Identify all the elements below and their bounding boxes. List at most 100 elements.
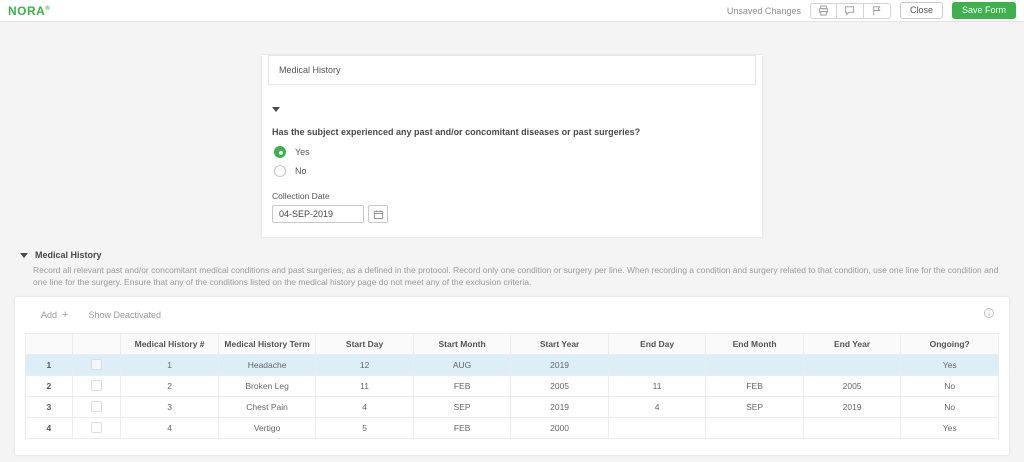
cell-end-day[interactable] — [607, 416, 707, 439]
cell-end-year[interactable]: 2005 — [802, 374, 902, 397]
column-header: End Day — [607, 332, 707, 355]
row-number: 2 — [25, 374, 73, 397]
column-header: Medical History # — [120, 332, 219, 355]
cell-medical-history-term[interactable]: Vertigo — [217, 416, 317, 439]
table-row[interactable]: 4 4 Vertigo 5 FEB 2000 Yes — [25, 416, 999, 439]
comment-bubble-icon — [844, 5, 855, 16]
table-row[interactable]: 3 3 Chest Pain 4 SEP 2019 4 SEP 2019 No — [25, 395, 999, 418]
close-button[interactable]: Close — [899, 2, 943, 19]
cell-end-month[interactable]: FEB — [705, 374, 804, 397]
radio-yes-label: Yes — [295, 147, 310, 157]
row-checkbox[interactable] — [91, 401, 103, 413]
cell-end-month[interactable]: SEP — [705, 395, 804, 418]
cell-medical-history-number[interactable]: 3 — [120, 395, 219, 418]
calendar-icon — [373, 209, 384, 220]
row-checkbox[interactable] — [91, 380, 103, 392]
top-header-bar: NORA® Unsaved Changes Close Save Form — [0, 0, 1024, 22]
medical-history-section: Medical History Record all relevant past… — [20, 250, 1024, 289]
plus-icon: + — [62, 308, 69, 321]
info-circle-icon — [983, 307, 995, 319]
cell-end-year[interactable] — [802, 416, 902, 439]
table-row[interactable]: 2 2 Broken Leg 11 FEB 2005 11 FEB 2005 N… — [25, 374, 999, 397]
chevron-down-icon — [20, 252, 28, 258]
section-description: Record all relevant past and/or concomit… — [33, 265, 999, 288]
cell-start-day[interactable]: 12 — [315, 353, 414, 376]
cell-end-day[interactable]: 4 — [607, 395, 707, 418]
cell-end-year[interactable] — [802, 353, 902, 376]
print-button[interactable] — [809, 2, 837, 19]
row-select-column-header — [71, 332, 122, 355]
cell-start-day[interactable]: 4 — [315, 395, 414, 418]
radio-unselected-icon[interactable] — [274, 165, 286, 177]
cell-start-month[interactable]: AUG — [412, 353, 512, 376]
row-checkbox[interactable] — [91, 359, 103, 371]
save-form-button[interactable]: Save Form — [951, 2, 1016, 19]
cell-ongoing[interactable]: No — [900, 395, 999, 418]
collection-date-label: Collection Date — [272, 191, 330, 201]
row-number: 3 — [25, 395, 73, 418]
medical-history-table: Medical History # Medical History Term S… — [25, 332, 999, 439]
section-collapse-toggle[interactable]: Medical History — [20, 250, 1006, 260]
table-header-row: Medical History # Medical History Term S… — [25, 332, 999, 355]
medical-history-form-card: Medical History Has the subject experien… — [262, 55, 762, 237]
column-header: End Year — [802, 332, 902, 355]
flag-icon — [871, 5, 882, 16]
add-row-button[interactable]: Add + — [41, 309, 68, 321]
registered-mark: ® — [45, 5, 51, 12]
radio-selected-icon[interactable] — [274, 146, 286, 158]
cell-end-month[interactable] — [705, 416, 804, 439]
cell-medical-history-number[interactable]: 1 — [120, 353, 219, 376]
add-label: Add — [41, 309, 58, 320]
row-number-column-header — [25, 332, 73, 355]
cell-start-year[interactable]: 2000 — [510, 416, 609, 439]
cell-end-day[interactable] — [607, 353, 707, 376]
header-icon-button-group — [809, 2, 891, 19]
radio-option-no[interactable]: No — [262, 158, 762, 177]
chevron-down-icon — [272, 107, 280, 112]
radio-option-yes[interactable]: Yes — [262, 139, 762, 158]
form-title: Medical History — [268, 55, 756, 85]
cell-start-month[interactable]: SEP — [412, 395, 512, 418]
table-row[interactable]: 1 1 Headache 12 AUG 2019 Yes — [25, 353, 999, 376]
cell-start-year[interactable]: 2019 — [510, 353, 609, 376]
cell-ongoing[interactable]: Yes — [900, 416, 999, 439]
column-header: Ongoing? — [900, 332, 999, 355]
collection-date-input[interactable] — [272, 205, 364, 223]
row-checkbox[interactable] — [91, 422, 103, 434]
cell-medical-history-term[interactable]: Chest Pain — [217, 395, 317, 418]
cell-medical-history-term[interactable]: Broken Leg — [217, 374, 317, 397]
medical-history-table-card: Add + Show Deactivated Medical History #… — [15, 296, 1009, 455]
cell-start-year[interactable]: 2019 — [510, 395, 609, 418]
cell-medical-history-number[interactable]: 4 — [120, 416, 219, 439]
show-deactivated-toggle[interactable]: Show Deactivated — [88, 310, 161, 320]
cell-end-month[interactable] — [705, 353, 804, 376]
table-info-button[interactable] — [983, 307, 995, 319]
cell-ongoing[interactable]: No — [900, 374, 999, 397]
column-header: Medical History Term — [217, 332, 317, 355]
cell-start-day[interactable]: 11 — [315, 374, 414, 397]
printer-icon — [818, 5, 829, 16]
cell-medical-history-number[interactable]: 2 — [120, 374, 219, 397]
cell-start-month[interactable]: FEB — [412, 374, 512, 397]
section-title: Medical History — [35, 250, 102, 260]
cell-end-day[interactable]: 11 — [607, 374, 707, 397]
cell-ongoing[interactable]: Yes — [900, 353, 999, 376]
cell-start-day[interactable]: 5 — [315, 416, 414, 439]
question-label: Has the subject experienced any past and… — [272, 127, 641, 137]
cell-start-year[interactable]: 2005 — [510, 374, 609, 397]
cell-start-month[interactable]: FEB — [412, 416, 512, 439]
flag-button[interactable] — [863, 2, 891, 19]
radio-no-label: No — [295, 166, 307, 176]
column-header: Start Day — [315, 332, 414, 355]
column-header: Start Month — [412, 332, 512, 355]
form-collapse-toggle[interactable] — [262, 91, 762, 123]
cell-medical-history-term[interactable]: Headache — [217, 353, 317, 376]
cell-end-year[interactable]: 2019 — [802, 395, 902, 418]
row-number: 4 — [25, 416, 73, 439]
column-header: End Month — [705, 332, 804, 355]
column-header: Start Year — [510, 332, 609, 355]
app-logo: NORA® — [8, 3, 51, 18]
row-number: 1 — [25, 353, 73, 376]
calendar-picker-button[interactable] — [368, 205, 388, 223]
comments-button[interactable] — [836, 2, 864, 19]
